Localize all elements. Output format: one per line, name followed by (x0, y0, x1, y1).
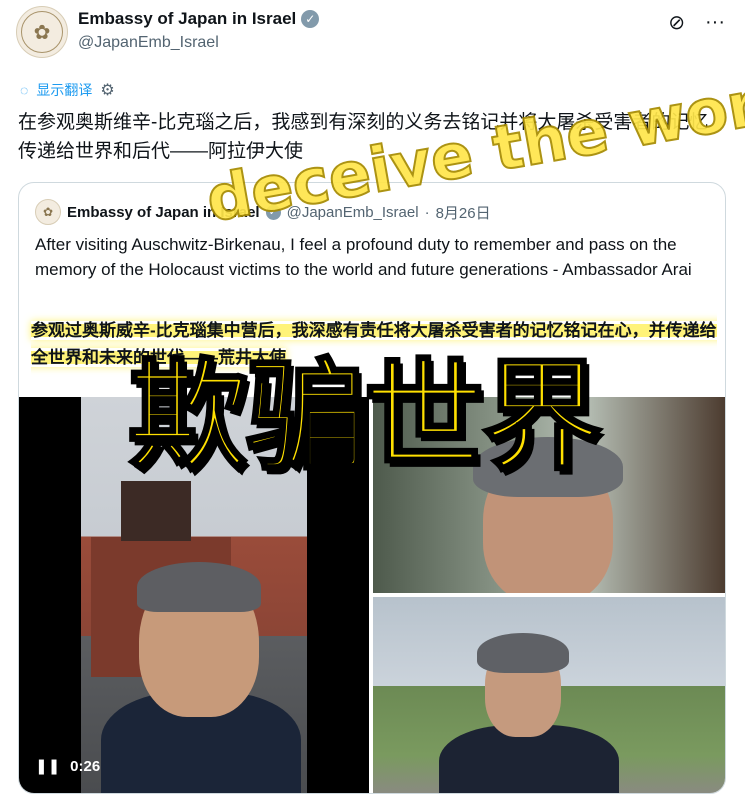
embassy-seal-icon: ✿ (21, 11, 63, 53)
gear-icon[interactable]: ⚙ (100, 80, 114, 100)
more-icon[interactable]: ··· (705, 11, 725, 34)
quoted-tweet[interactable]: ✿ Embassy of Japan in Israel ✓ @JapanEmb… (18, 182, 726, 794)
author-avatar[interactable]: ✿ (16, 6, 68, 58)
video-time: 0:26 (70, 757, 101, 775)
quoted-separator: · (424, 203, 430, 221)
show-translation-link[interactable]: 显示翻译 (36, 80, 92, 100)
author-name[interactable]: Embassy of Japan in Israel (78, 9, 296, 29)
person-hair (137, 562, 261, 612)
quoted-avatar: ✿ (35, 199, 61, 225)
author-handle[interactable]: @JapanEmb_Israel (78, 34, 319, 52)
top-actions: ⊘ ··· (668, 10, 725, 35)
video-controls: ❚❚ 0:26 (35, 757, 101, 776)
grok-icon[interactable]: ⊘ (668, 10, 685, 35)
translate-icon: ◌ (20, 82, 29, 98)
translate-row: ◌ 显示翻译 ⚙ (20, 80, 115, 100)
selfie-hair-2 (477, 633, 569, 673)
pause-icon[interactable]: ❚❚ (35, 757, 60, 775)
quoted-text-en: After visiting Auschwitz-Birkenau, I fee… (35, 235, 692, 279)
photo-bottom-right[interactable] (373, 597, 725, 793)
verified-badge-icon: ✓ (301, 10, 320, 28)
author-name-row[interactable]: Embassy of Japan in Israel ✓ (78, 9, 320, 29)
overlay-big-text: 欺骗世界 (127, 348, 604, 487)
quoted-date: 8月26日 (435, 204, 491, 222)
author-block: Embassy of Japan in Israel ✓ @JapanEmb_I… (78, 9, 320, 52)
watch-tower (121, 481, 191, 541)
